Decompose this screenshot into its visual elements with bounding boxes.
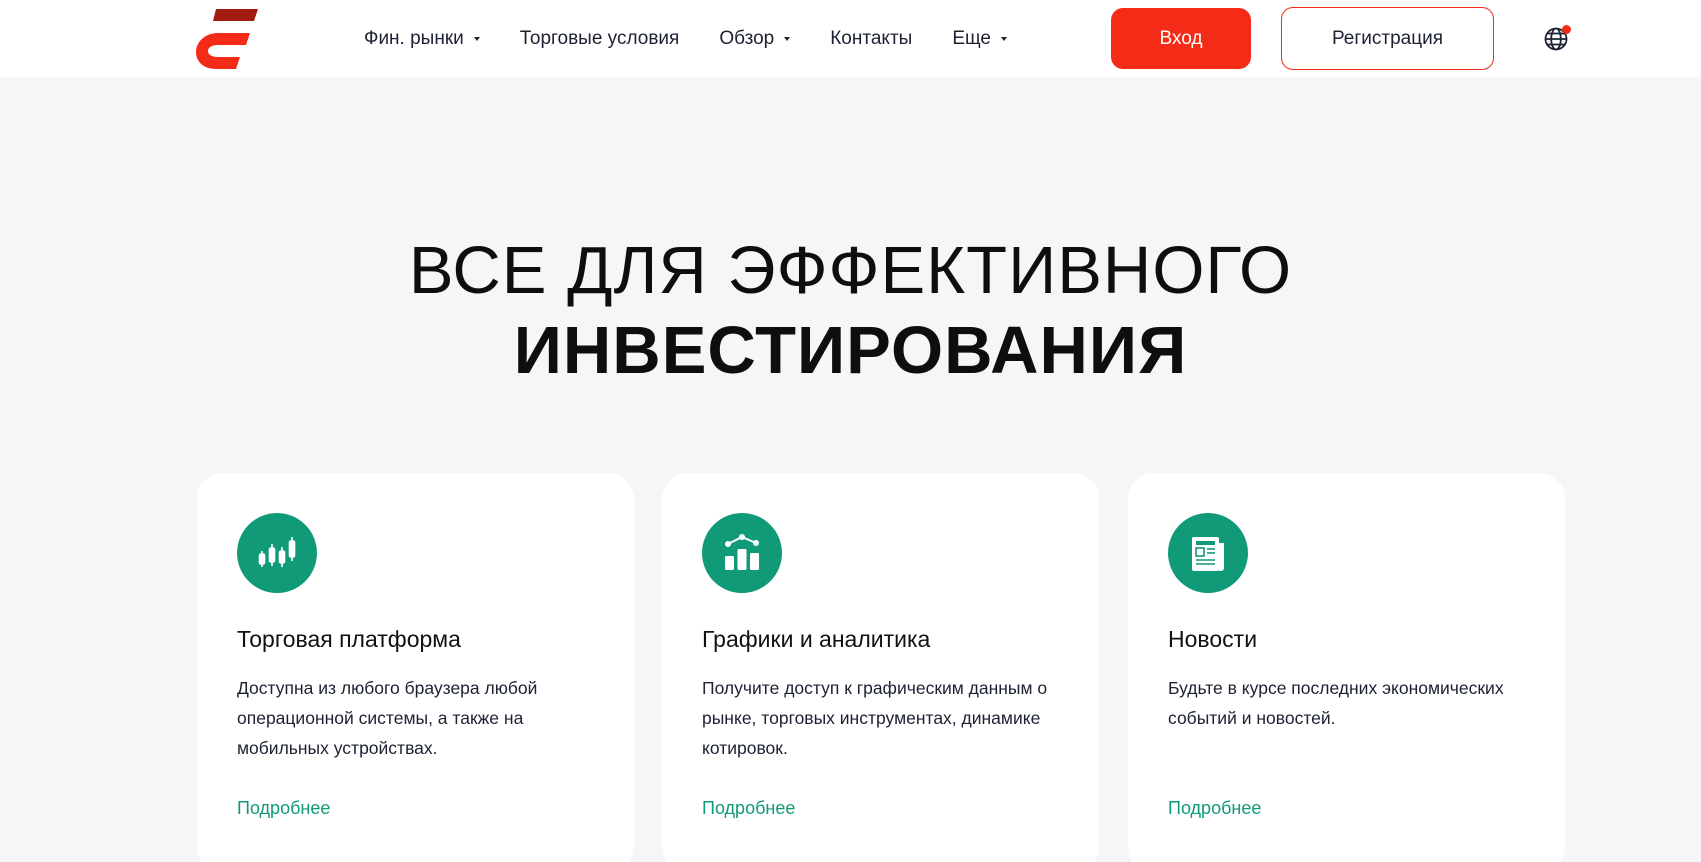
globe-icon[interactable] <box>1543 25 1571 52</box>
caret-down-icon <box>784 37 791 41</box>
nav-item-markets[interactable]: Фин. рынки <box>364 28 480 50</box>
card-title: Торговая платформа <box>237 626 461 652</box>
card-title: Графики и аналитика <box>702 626 931 652</box>
card-description: Получите доступ к графическим данным о р… <box>702 678 1048 758</box>
nav-item-label: Еще <box>952 27 991 49</box>
nav-item-trading-conditions[interactable]: Торговые условия <box>520 28 680 50</box>
feature-card-news: Новости Будьте в курсе последних экономи… <box>1128 473 1565 862</box>
login-button[interactable]: Вход <box>1111 8 1251 69</box>
nav-item-label: Торговые условия <box>519 27 680 49</box>
card-more-link[interactable]: Подробнее <box>702 798 795 819</box>
nav-item-label: Фин. рынки <box>364 27 464 49</box>
hero-title-line2: ИНВЕСТИРОВАНИЯ <box>513 313 1188 388</box>
card-description: Доступна из любого браузера любой операц… <box>237 678 538 758</box>
bar-chart-icon <box>702 513 782 593</box>
card-more-link[interactable]: Подробнее <box>1168 798 1261 819</box>
newspaper-icon <box>1168 513 1248 593</box>
brand-logo[interactable] <box>196 8 258 70</box>
hero-title-line1: ВСЕ ДЛЯ ЭФФЕКТИВНОГО <box>408 233 1293 308</box>
notification-dot <box>1562 25 1571 34</box>
card-description: Будьте в курсе последних экономических с… <box>1168 678 1504 728</box>
nav-item-contacts[interactable]: Контакты <box>830 28 912 50</box>
main-nav: Фин. рынки Торговые условия Обзор Контак… <box>364 0 1007 77</box>
register-button[interactable]: Регистрация <box>1281 7 1494 70</box>
feature-card-charts-analytics: Графики и аналитика Получите доступ к гр… <box>662 473 1099 862</box>
card-more-link[interactable]: Подробнее <box>237 798 330 819</box>
caret-down-icon <box>1000 37 1007 41</box>
feature-card-trading-platform: Торговая платформа Доступна из любого бр… <box>197 473 634 862</box>
site-header: Фин. рынки Торговые условия Обзор Контак… <box>0 0 1701 77</box>
candlestick-chart-icon <box>237 513 317 593</box>
nav-item-more[interactable]: Еще <box>952 28 1007 50</box>
nav-item-label: Обзор <box>719 27 775 49</box>
caret-down-icon <box>473 37 480 41</box>
nav-item-overview[interactable]: Обзор <box>719 27 791 50</box>
nav-item-label: Контакты <box>830 27 913 49</box>
card-title: Новости <box>1168 626 1258 652</box>
